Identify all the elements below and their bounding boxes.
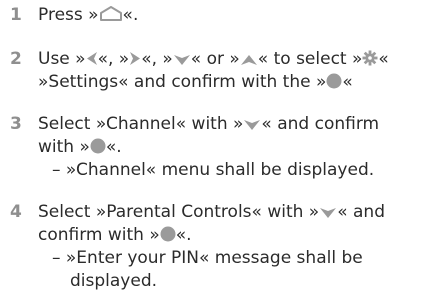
step-text-part: confirm with » <box>38 225 160 245</box>
step-note: – »Channel« menu shall be displayed. <box>52 160 375 180</box>
step-text-part: Use » <box>38 49 86 69</box>
step-text-part: Select »Parental Controls« with » <box>38 202 320 222</box>
step-text-part: Select »Channel« with » <box>38 114 244 134</box>
right-arrow-icon <box>129 51 141 66</box>
step-text: Select »Parental Controls« with » « and <box>38 201 438 224</box>
step-text-part: « <box>342 72 353 92</box>
step-note: – »Enter your PIN« message shall be <box>52 248 363 268</box>
step-text-part: «, » <box>97 49 130 69</box>
step-text-part: « and <box>337 202 385 222</box>
step-number: 2 <box>10 49 22 69</box>
step-number: 4 <box>10 202 22 222</box>
down-arrow-icon <box>243 119 261 131</box>
step-body: Use » «, » «, » « or » « to select » « »Setti… <box>38 48 438 94</box>
left-arrow-icon <box>86 51 98 66</box>
ok-button-icon <box>90 138 106 154</box>
down-arrow-icon <box>319 207 337 219</box>
step-text-part: « or » <box>190 49 240 69</box>
step-text-part: with » <box>38 137 90 157</box>
down-arrow-icon <box>173 54 191 66</box>
step-text: with » «. <box>38 136 438 159</box>
step-body: Select »Parental Controls« with » « and c… <box>38 201 438 293</box>
step-text-part: «. <box>175 225 192 245</box>
step-text-part: «. <box>122 5 139 25</box>
step-body: Select »Channel« with » « and confirm wit… <box>38 113 438 182</box>
ok-button-icon <box>326 73 342 89</box>
step-text-part: « and confirm <box>261 114 380 134</box>
step-number: 3 <box>10 114 22 134</box>
step-text: confirm with » «. <box>38 224 438 247</box>
step-text: Press » «. <box>38 4 438 27</box>
step-text-part: «, » <box>141 49 173 69</box>
step-note-continued: displayed. <box>70 271 158 291</box>
ok-button-icon <box>160 226 176 242</box>
step-text-part: « <box>378 49 389 69</box>
step-text-part: »Settings« and confirm with the » <box>38 72 327 92</box>
step-text: Use » «, » «, » « or » « to select » « <box>38 48 438 71</box>
step-text-part: Press » <box>38 5 99 25</box>
step-text: »Settings« and confirm with the » « <box>38 71 438 94</box>
step-number: 1 <box>10 5 22 25</box>
step-text-part: «. <box>105 137 122 157</box>
step-text: Select »Channel« with » « and confirm <box>38 113 438 136</box>
step-text-part: « to select » <box>257 49 363 69</box>
up-arrow-icon <box>240 54 258 66</box>
step-body: Press » «. <box>38 4 438 27</box>
home-icon <box>99 6 123 22</box>
gear-icon <box>362 50 378 66</box>
